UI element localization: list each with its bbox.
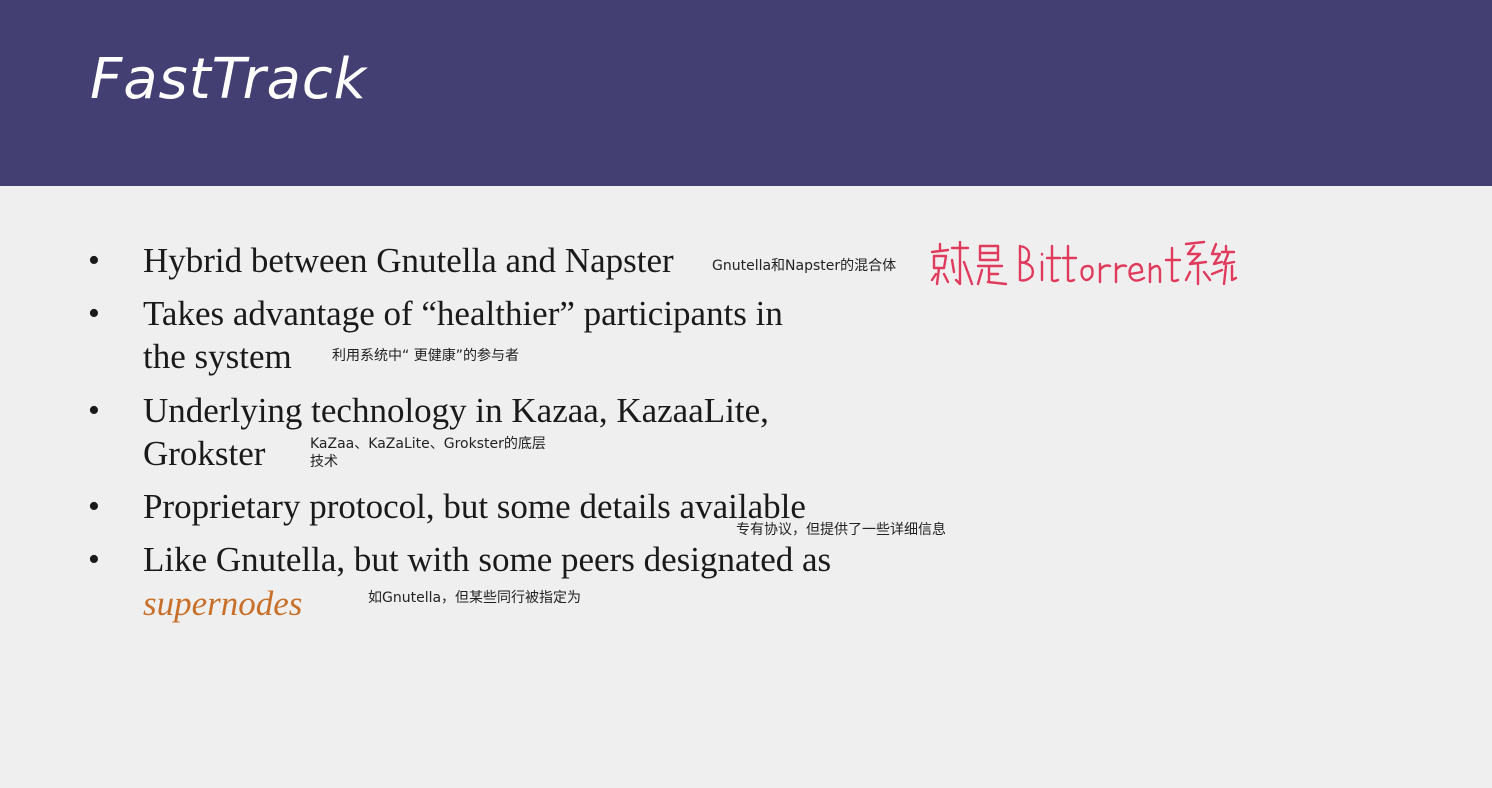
- bullet-dot: •: [88, 295, 100, 332]
- slide-title: FastTrack: [90, 47, 368, 112]
- bullet-5-note: 如Gnutella，但某些同行被指定为: [368, 590, 582, 606]
- bullet-dot: •: [88, 242, 100, 279]
- bullet-5-highlight: supernodes: [143, 584, 303, 623]
- bullet-3-text-line-2: Grokster: [143, 434, 266, 473]
- bullet-1-text: Hybrid between Gnutella and Napster: [143, 241, 674, 280]
- bullet-4-note: 专有协议，但提供了一些详细信息: [736, 522, 946, 538]
- bullet-3-note-line-1: KaZaa、KaZaLite、Grokster的底层: [310, 436, 546, 452]
- bullet-4-text: Proprietary protocol, but some details a…: [143, 487, 806, 526]
- bullet-dot: •: [88, 541, 100, 578]
- bullet-1-note: Gnutella和Napster的混合体: [712, 258, 897, 274]
- slide-header: FastTrack: [0, 0, 1492, 186]
- bullet-dot: •: [88, 392, 100, 429]
- bullet-2-text-line-1: Takes advantage of “healthier” participa…: [143, 294, 783, 333]
- bullet-5-text: Like Gnutella, but with some peers desig…: [143, 540, 832, 579]
- bullet-3-note-line-2: 技术: [310, 454, 338, 470]
- bullet-2-note: 利用系统中“ 更健康”的参与者: [332, 348, 519, 364]
- handwritten-annotation: [930, 240, 1238, 286]
- bullet-dot: •: [88, 488, 100, 525]
- bullet-3-text-line-1: Underlying technology in Kazaa, KazaaLit…: [143, 391, 769, 430]
- bullet-2-text-line-2: the system: [143, 337, 292, 376]
